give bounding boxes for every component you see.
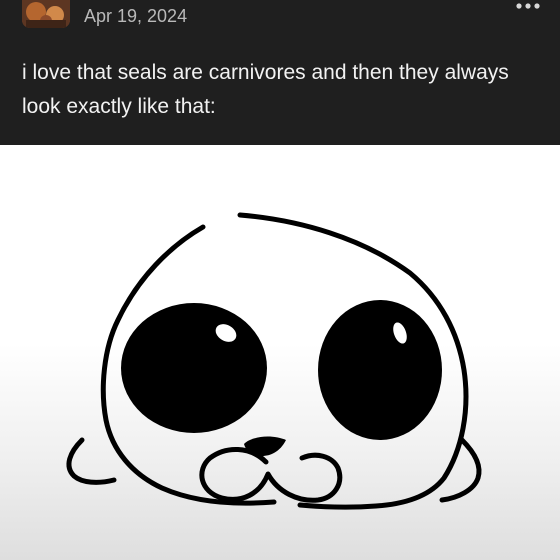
- tumblr-post: Apr 19, 2024 i love that seals are carni…: [0, 0, 560, 560]
- seal-left-flipper: [66, 437, 117, 485]
- seal-right-eye: [318, 300, 442, 440]
- post-header: Apr 19, 2024 i love that seals are carni…: [0, 0, 560, 145]
- seal-left-eye: [121, 303, 267, 433]
- more-options-button[interactable]: [514, 0, 542, 12]
- seal-drawing: [66, 212, 482, 510]
- seal-mouth: [199, 446, 343, 503]
- avatar[interactable]: [22, 0, 70, 28]
- post-image: [0, 145, 560, 560]
- more-options-icon: [516, 3, 540, 9]
- avatar-icon: [22, 0, 70, 28]
- post-date: Apr 19, 2024: [84, 6, 188, 26]
- post-text: i love that seals are carnivores and the…: [22, 61, 509, 118]
